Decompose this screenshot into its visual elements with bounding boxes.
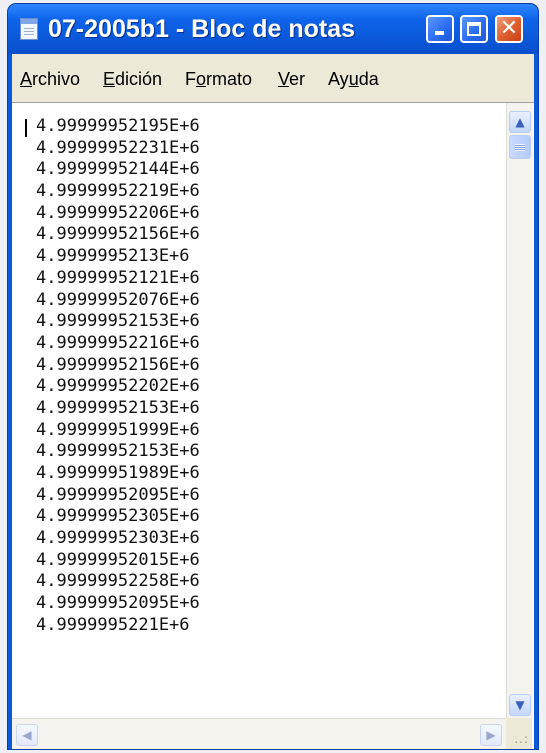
menu-label: rchivo [32, 69, 81, 89]
vertical-scrollbar[interactable]: ▲ ▼ [506, 103, 533, 718]
text-line: 4.99999952153E+6 [36, 441, 200, 462]
text-line: 4.99999952206E+6 [36, 202, 200, 223]
menu-accelerator: o [196, 69, 207, 89]
text-line: 4.99999951999E+6 [36, 419, 200, 440]
text-line: 4.99999952156E+6 [36, 224, 200, 245]
text-line: 4.99999952195E+6 [36, 116, 200, 136]
menu-label: rmato [206, 69, 253, 89]
text-line: 4.99999952076E+6 [36, 289, 200, 310]
chevron-right-icon: ▶ [486, 728, 496, 742]
text-line: 4.99999952305E+6 [36, 506, 200, 527]
text-line: 4.99999952095E+6 [36, 593, 200, 614]
close-button[interactable]: ✕ [495, 15, 523, 43]
document-lines: 4.99999952195E+6 4.99999952231E+6 4.999999… [36, 116, 200, 637]
maximize-icon [467, 22, 481, 36]
chevron-up-icon: ▲ [515, 115, 525, 129]
notepad-window: 07-2005b1 - Bloc de notas ✕ Archivo Edic… [8, 4, 538, 749]
menu-label: er [289, 69, 306, 89]
text-line: 4.99999951989E+6 [36, 463, 200, 483]
menu-label: dición [115, 69, 163, 89]
text-line: 4.99999952121E+6 [36, 267, 200, 288]
menu-ayuda[interactable]: Ayuda [328, 68, 379, 90]
chevron-down-icon: ▼ [515, 698, 525, 712]
text-line: 4.99999952156E+6 [36, 354, 200, 375]
text-editor[interactable]: 4.99999952195E+6 4.99999952231E+6 4.999999… [12, 102, 534, 749]
text-content-area[interactable]: 4.99999952195E+6 4.99999952231E+6 4.999999… [12, 107, 506, 721]
minimize-icon [435, 31, 444, 35]
menu-label: Ay [328, 69, 349, 89]
menu-accelerator: E [103, 69, 116, 89]
window-title: 07-2005b1 - Bloc de notas [48, 15, 356, 43]
title-bar[interactable]: 07-2005b1 - Bloc de notas ✕ [8, 4, 538, 54]
maximize-button[interactable] [460, 15, 488, 43]
menu-label: F [185, 69, 196, 89]
text-line: 4.99999952231E+6 [36, 137, 200, 158]
text-line: 4.9999995213E+6 [36, 246, 190, 267]
menu-edicion[interactable]: Edición [103, 68, 162, 90]
scroll-up-button[interactable]: ▲ [509, 111, 531, 133]
scroll-down-button[interactable]: ▼ [509, 694, 531, 716]
text-line: 4.9999995221E+6 [36, 614, 190, 635]
menu-archivo[interactable]: Archivo [20, 68, 80, 90]
text-line: 4.99999952216E+6 [36, 332, 200, 353]
text-line: 4.99999952153E+6 [36, 397, 200, 418]
text-line: 4.99999952153E+6 [36, 311, 200, 332]
text-line: 4.99999952219E+6 [36, 181, 200, 202]
menu-label: da [358, 69, 379, 89]
text-line: 4.99999952202E+6 [36, 376, 200, 397]
text-caret [25, 119, 27, 137]
resize-grip-icon[interactable] [506, 718, 532, 749]
scroll-right-button[interactable]: ▶ [480, 724, 502, 746]
text-line: 4.99999952015E+6 [36, 549, 200, 570]
menu-accelerator: A [20, 69, 33, 89]
close-icon: ✕ [499, 16, 519, 41]
menu-bar: Archivo Edición Formato Ver Ayuda [12, 54, 534, 102]
menu-formato[interactable]: Formato [185, 68, 252, 90]
text-line: 4.99999952144E+6 [36, 159, 200, 180]
scroll-left-button[interactable]: ◀ [16, 724, 38, 746]
minimize-button[interactable] [426, 15, 454, 43]
menu-accelerator: V [278, 69, 290, 89]
horizontal-scrollbar[interactable]: ◀ ▶ [12, 718, 506, 749]
text-line: 4.99999952258E+6 [36, 571, 200, 592]
notepad-icon[interactable] [20, 18, 38, 40]
scroll-thumb[interactable] [509, 135, 531, 159]
text-line: 4.99999952095E+6 [36, 484, 200, 505]
menu-ver[interactable]: Ver [278, 68, 305, 90]
chevron-left-icon: ◀ [22, 728, 32, 742]
menu-accelerator: u [348, 69, 359, 89]
text-line: 4.99999952303E+6 [36, 528, 200, 549]
